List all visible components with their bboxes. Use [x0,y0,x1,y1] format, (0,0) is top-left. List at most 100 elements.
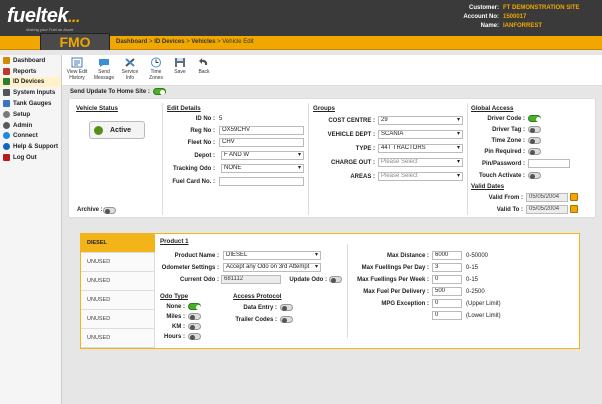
valid-from-label: Valid From : [488,195,523,201]
tracking-odo-label: Tracking Odo : [172,166,215,172]
calendar-icon[interactable] [570,193,578,201]
pin-required-label: Pin Required : [484,149,525,155]
products-panel: DIESEL UNUSED UNUSED UNUSED UNUSED UNUSE… [80,233,580,349]
sidebar-item-help-support[interactable]: Help & Support [0,141,61,152]
mpg-lower-input[interactable]: 0 [432,311,462,320]
admin-icon [3,121,10,129]
save-button[interactable]: Save [170,57,190,76]
valid-to-input[interactable]: 05/05/2004 [526,205,568,214]
breadcrumb-vehicles[interactable]: Vehicles [191,39,215,45]
odo-miles-toggle[interactable] [188,313,201,320]
send-message-button[interactable]: Send Message [92,57,116,81]
sidebar-item-id-devices[interactable]: ID Devices [0,76,61,88]
mpg-lower-note: (Lower Limit) [466,313,501,319]
breadcrumb-dashboard[interactable]: Dashboard [116,39,147,45]
driver-tag-toggle[interactable] [528,126,541,133]
clock-icon [151,57,161,68]
current-odo-input[interactable]: 681112 [221,275,281,284]
areas-select[interactable]: Please Select [378,172,463,181]
tab-product-3[interactable]: UNUSED [81,272,155,291]
tab-product-5[interactable]: UNUSED [81,310,155,329]
driver-tag-label: Driver Tag : [492,127,525,133]
dashboard-icon [3,56,10,64]
log-out-icon [3,154,10,162]
fuel-card-input[interactable] [219,177,304,186]
toolbar: View Edit History Send Message Service Info… [62,55,602,86]
type-select[interactable]: 44T TRACTORS [378,144,463,153]
sidebar-item-admin[interactable]: Admin [0,120,61,131]
valid-from-input[interactable]: 05/05/2004 [526,193,568,202]
vehicle-status-title: Vehicle Status [76,105,118,112]
trailer-codes-toggle[interactable] [280,316,293,323]
max-fuel-delivery-input[interactable]: 500 [432,287,462,296]
service-info-button[interactable]: Service Info [118,57,142,81]
pin-required-toggle[interactable] [528,148,541,155]
reg-no-input[interactable]: OX59CHV [219,126,304,135]
charge-out-select[interactable]: Please Select [378,158,463,167]
max-fuellings-day-label: Max Fuellings Per Day : [361,265,429,271]
save-label: Save [174,69,186,75]
time-zone-toggle[interactable] [528,137,541,144]
sidebar-item-log-out[interactable]: Log Out [0,152,61,163]
sidebar-item-tank-gauges[interactable]: Tank Gauges [0,98,61,109]
vehicle-status-button[interactable]: Active [89,121,145,139]
tab-product-1[interactable]: DIESEL [81,234,155,253]
tab-product-4[interactable]: UNUSED [81,291,155,310]
back-arrow-icon [199,58,208,65]
vehicle-edit-panel: Vehicle Status Active Archive : Edit Det… [68,98,596,218]
max-distance-label: Max Distance : [386,253,429,259]
section-divider [308,103,309,215]
max-fuellings-day-input[interactable]: 3 [432,263,462,272]
mpg-upper-input[interactable]: 0 [432,299,462,308]
sidebar-item-reports[interactable]: Reports [0,66,61,77]
odo-hours-label: Hours : [164,334,185,340]
top-header: fueltek... Making your Fuel an Asset Cus… [0,0,602,36]
tab-product-6[interactable]: UNUSED [81,329,155,348]
calendar-icon[interactable] [570,205,578,213]
service-info-label-2: Info [125,74,135,81]
tab-product-2[interactable]: UNUSED [81,253,155,272]
message-icon [99,59,109,67]
product-name-select[interactable]: DIESEL [223,251,321,260]
logo-dots: ... [67,9,80,26]
odo-none-toggle[interactable] [188,303,201,310]
time-zones-button[interactable]: Time Zones [144,57,168,81]
sidebar-item-dashboard[interactable]: Dashboard [0,55,61,66]
tracking-odo-select[interactable]: NONE [221,164,304,173]
products-panel-body: DIESEL UNUSED UNUSED UNUSED UNUSED UNUSE… [81,234,579,348]
sidebar-item-connect[interactable]: Connect [0,131,61,142]
send-update-toggle[interactable] [152,88,166,95]
cost-centre-select[interactable]: 29 [378,116,463,125]
back-button[interactable]: Back [194,57,214,76]
power-icon [94,125,103,135]
fueltek-logo[interactable]: fueltek... [7,5,80,28]
account-no-label: Account No: [463,14,499,20]
update-odo-toggle[interactable] [329,276,342,283]
fleet-no-input[interactable]: CHV [219,138,304,147]
section-divider [467,103,468,215]
view-edit-history-button[interactable]: View Edit History [65,57,89,81]
vehicle-dept-select[interactable]: SCANIA [378,130,463,139]
touch-activate-toggle[interactable] [528,172,541,179]
max-fuellings-week-input[interactable]: 0 [432,275,462,284]
depot-select[interactable]: F AND W [221,151,304,160]
sidebar-item-setup[interactable]: Setup [0,109,61,120]
max-fuel-delivery-label: Max Fuel Per Delivery : [363,289,429,295]
odometer-settings-select[interactable]: Accept any Odo on 3rd Attempt [223,263,321,272]
data-entry-toggle[interactable] [280,304,293,311]
fmo-app-tab[interactable]: FMO [40,33,110,50]
send-update-label: Send Update To Home Site : [70,88,150,95]
send-update-row: Send Update To Home Site : [70,88,166,95]
max-distance-input[interactable]: 6000 [432,251,462,260]
max-fuellings-week-label: Max Fuellings Per Week : [357,277,429,283]
edit-details-title: Edit Details [167,105,201,112]
pin-password-input[interactable] [528,159,570,168]
archive-toggle[interactable] [103,207,116,214]
sidebar-item-system-inputs[interactable]: System Inputs [0,87,61,98]
breadcrumb-id-devices[interactable]: ID Devices [154,39,184,45]
odo-hours-toggle[interactable] [188,333,201,340]
type-label: TYPE : [355,146,375,152]
odo-km-toggle[interactable] [188,323,201,330]
pin-password-label: Pin/Password : [481,161,525,167]
driver-code-toggle[interactable] [528,115,541,122]
